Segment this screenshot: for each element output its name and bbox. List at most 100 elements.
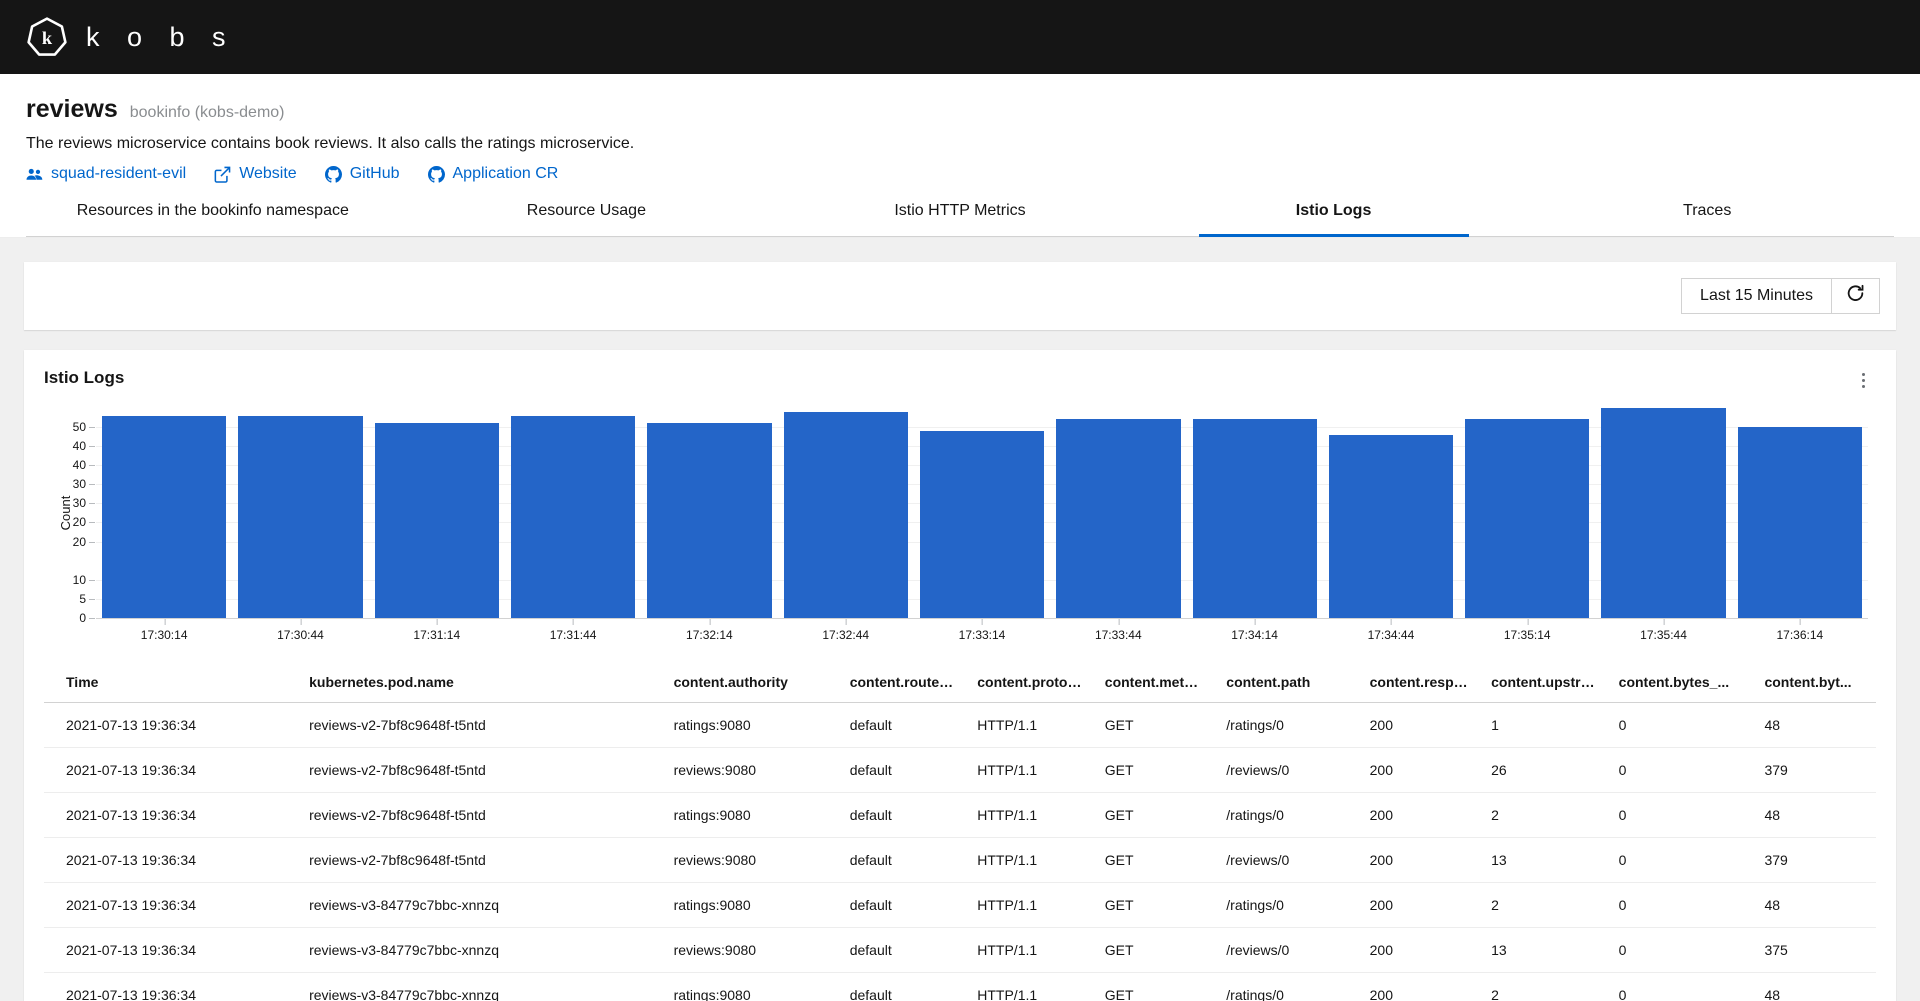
histogram-bar[interactable] — [1465, 419, 1590, 618]
table-cell-resp: 200 — [1359, 927, 1482, 973]
link-website-label: Website — [239, 165, 297, 183]
tab-resources-label: Resources in the bookinfo namespace — [76, 202, 349, 220]
y-axis-tick-label: 20 — [72, 534, 96, 549]
table-row[interactable]: 2021-07-13 19:36:34 reviews-v2-7bf8c9648f… — [44, 792, 1876, 838]
table-cell-upstream: 2 — [1481, 972, 1609, 1001]
table-cell-auth: ratings:9080 — [663, 792, 840, 838]
histogram-bar[interactable] — [1056, 419, 1181, 618]
kebab-menu-icon[interactable] — [1850, 368, 1876, 394]
table-cell-bytesr: 0 — [1608, 702, 1755, 748]
external-link-icon — [214, 166, 231, 183]
bar-slot[interactable] — [1050, 408, 1186, 618]
refresh-button[interactable] — [1832, 277, 1880, 314]
histogram-bar[interactable] — [1328, 434, 1454, 618]
histogram-bar[interactable] — [238, 415, 363, 618]
table-cell-pod: reviews-v3-84779c7bbc-xnnzq — [299, 927, 664, 973]
bar-slot[interactable] — [1187, 408, 1323, 618]
table-row[interactable]: 2021-07-13 19:36:34 reviews-v3-84779c7bbc… — [44, 972, 1876, 1001]
table-column-header-proto[interactable]: content.protoc... — [967, 661, 1095, 703]
bar-slot[interactable] — [369, 408, 505, 618]
table-cell-path: /reviews/0 — [1216, 837, 1360, 883]
histogram-bar[interactable] — [510, 415, 636, 618]
histogram-bar[interactable] — [374, 423, 499, 618]
table-column-header-auth[interactable]: content.authority — [663, 661, 840, 703]
panel-title: Istio Logs — [44, 367, 125, 387]
histogram-bar[interactable] — [1737, 426, 1863, 618]
table-cell-route: default — [839, 882, 968, 928]
bar-slot[interactable] — [232, 408, 368, 618]
link-github[interactable]: GitHub — [324, 165, 400, 183]
table-cell-method: GET — [1094, 837, 1217, 883]
table-row[interactable]: 2021-07-13 19:36:34 reviews-v3-84779c7bbc… — [44, 882, 1876, 928]
table-cell-bytesr: 0 — [1608, 837, 1755, 883]
table-cell-auth: ratings:9080 — [663, 702, 840, 748]
table-cell-route: default — [839, 837, 968, 883]
histogram-bar[interactable] — [1192, 419, 1317, 618]
table-column-header-method[interactable]: content.method — [1094, 661, 1217, 703]
histogram-bar[interactable] — [102, 415, 227, 618]
table-cell-pod: reviews-v2-7bf8c9648f-t5ntd — [299, 792, 664, 838]
y-axis-tick-label: 0 — [79, 610, 95, 625]
table-cell-auth: reviews:9080 — [663, 927, 840, 973]
link-website[interactable]: Website — [214, 166, 297, 183]
table-column-header-time[interactable]: Time — [44, 661, 300, 703]
table-cell-proto: HTTP/1.1 — [967, 747, 1095, 793]
histogram-bar[interactable] — [1601, 407, 1726, 618]
y-axis-tick-label: 5 — [79, 591, 95, 606]
application-links: squad-resident-evil Website GitHub Appli… — [26, 165, 1894, 187]
table-cell-pod: reviews-v2-7bf8c9648f-t5ntd — [299, 837, 664, 883]
table-column-header-bytess[interactable]: content.byt... — [1754, 661, 1876, 703]
y-axis-tick-label: 20 — [72, 515, 96, 530]
tab-resources[interactable]: Resources in the bookinfo namespace — [26, 187, 400, 236]
x-axis-tick-label: 17:34:14 — [1231, 618, 1278, 642]
table-cell-resp: 200 — [1359, 837, 1482, 883]
table-row[interactable]: 2021-07-13 19:36:34 reviews-v2-7bf8c9648f… — [44, 747, 1876, 793]
link-application-cr[interactable]: Application CR — [427, 165, 558, 183]
table-column-header-pod[interactable]: kubernetes.pod.name — [299, 661, 664, 703]
table-column-header-upstream[interactable]: content.upstre... — [1481, 661, 1609, 703]
bar-slot[interactable] — [505, 408, 641, 618]
tab-resource-usage[interactable]: Resource Usage — [400, 187, 774, 236]
bar-slot[interactable] — [914, 408, 1050, 618]
page-subtitle: bookinfo (kobs-demo) — [129, 104, 285, 121]
time-range-button[interactable]: Last 15 Minutes — [1681, 277, 1832, 314]
table-cell-path: /ratings/0 — [1216, 702, 1360, 748]
table-cell-method: GET — [1094, 927, 1217, 973]
brand-logo[interactable]: k k o b s — [26, 16, 236, 58]
table-cell-proto: HTTP/1.1 — [967, 702, 1095, 748]
table-row[interactable]: 2021-07-13 19:36:34 reviews-v3-84779c7bbc… — [44, 927, 1876, 973]
table-row[interactable]: 2021-07-13 19:36:34 reviews-v2-7bf8c9648f… — [44, 702, 1876, 748]
bar-slot[interactable] — [1459, 408, 1595, 618]
bar-slot[interactable] — [778, 408, 914, 618]
y-axis-tick-label: 40 — [72, 458, 96, 473]
time-range-controls: Last 15 Minutes — [1681, 277, 1880, 314]
bar-slot[interactable] — [1595, 407, 1731, 618]
kobs-heptagon-k-icon: k — [26, 16, 68, 58]
bar-slot[interactable] — [96, 408, 232, 618]
histogram-bar[interactable] — [919, 430, 1045, 618]
table-cell-method: GET — [1094, 792, 1217, 838]
table-column-header-path[interactable]: content.path — [1216, 661, 1360, 703]
x-axis-tick-label: 17:36:14 — [1776, 618, 1823, 642]
tab-istio-logs[interactable]: Istio Logs — [1147, 187, 1521, 236]
tab-traces[interactable]: Traces — [1520, 187, 1894, 236]
y-axis-tick-label: 30 — [72, 496, 96, 511]
bar-slot[interactable] — [1323, 408, 1459, 618]
table-column-header-route[interactable]: content.route_... — [839, 661, 968, 703]
svg-text:k: k — [42, 28, 53, 48]
y-axis-ticks: 50 40 40 30 30 20 20 10 5 0 — [62, 408, 96, 625]
table-column-header-resp[interactable]: content.respo... — [1359, 661, 1482, 703]
table-row[interactable]: 2021-07-13 19:36:34 reviews-v2-7bf8c9648f… — [44, 837, 1876, 883]
table-cell-proto: HTTP/1.1 — [967, 927, 1095, 973]
table-column-header-bytesr[interactable]: content.bytes_... — [1608, 661, 1755, 703]
histogram-bar[interactable] — [783, 411, 908, 618]
histogram-bar[interactable] — [647, 423, 772, 618]
table-cell-bytesr: 0 — [1608, 927, 1755, 973]
link-team[interactable]: squad-resident-evil — [26, 166, 186, 183]
tab-istio-http-metrics[interactable]: Istio HTTP Metrics — [773, 187, 1147, 236]
link-team-label: squad-resident-evil — [51, 165, 187, 183]
bar-slot[interactable] — [641, 408, 777, 618]
logs-table-head: Time kubernetes.pod.name content.authority… — [44, 661, 1876, 703]
masthead: k k o b s — [0, 0, 1920, 74]
bar-slot[interactable] — [1732, 408, 1868, 618]
